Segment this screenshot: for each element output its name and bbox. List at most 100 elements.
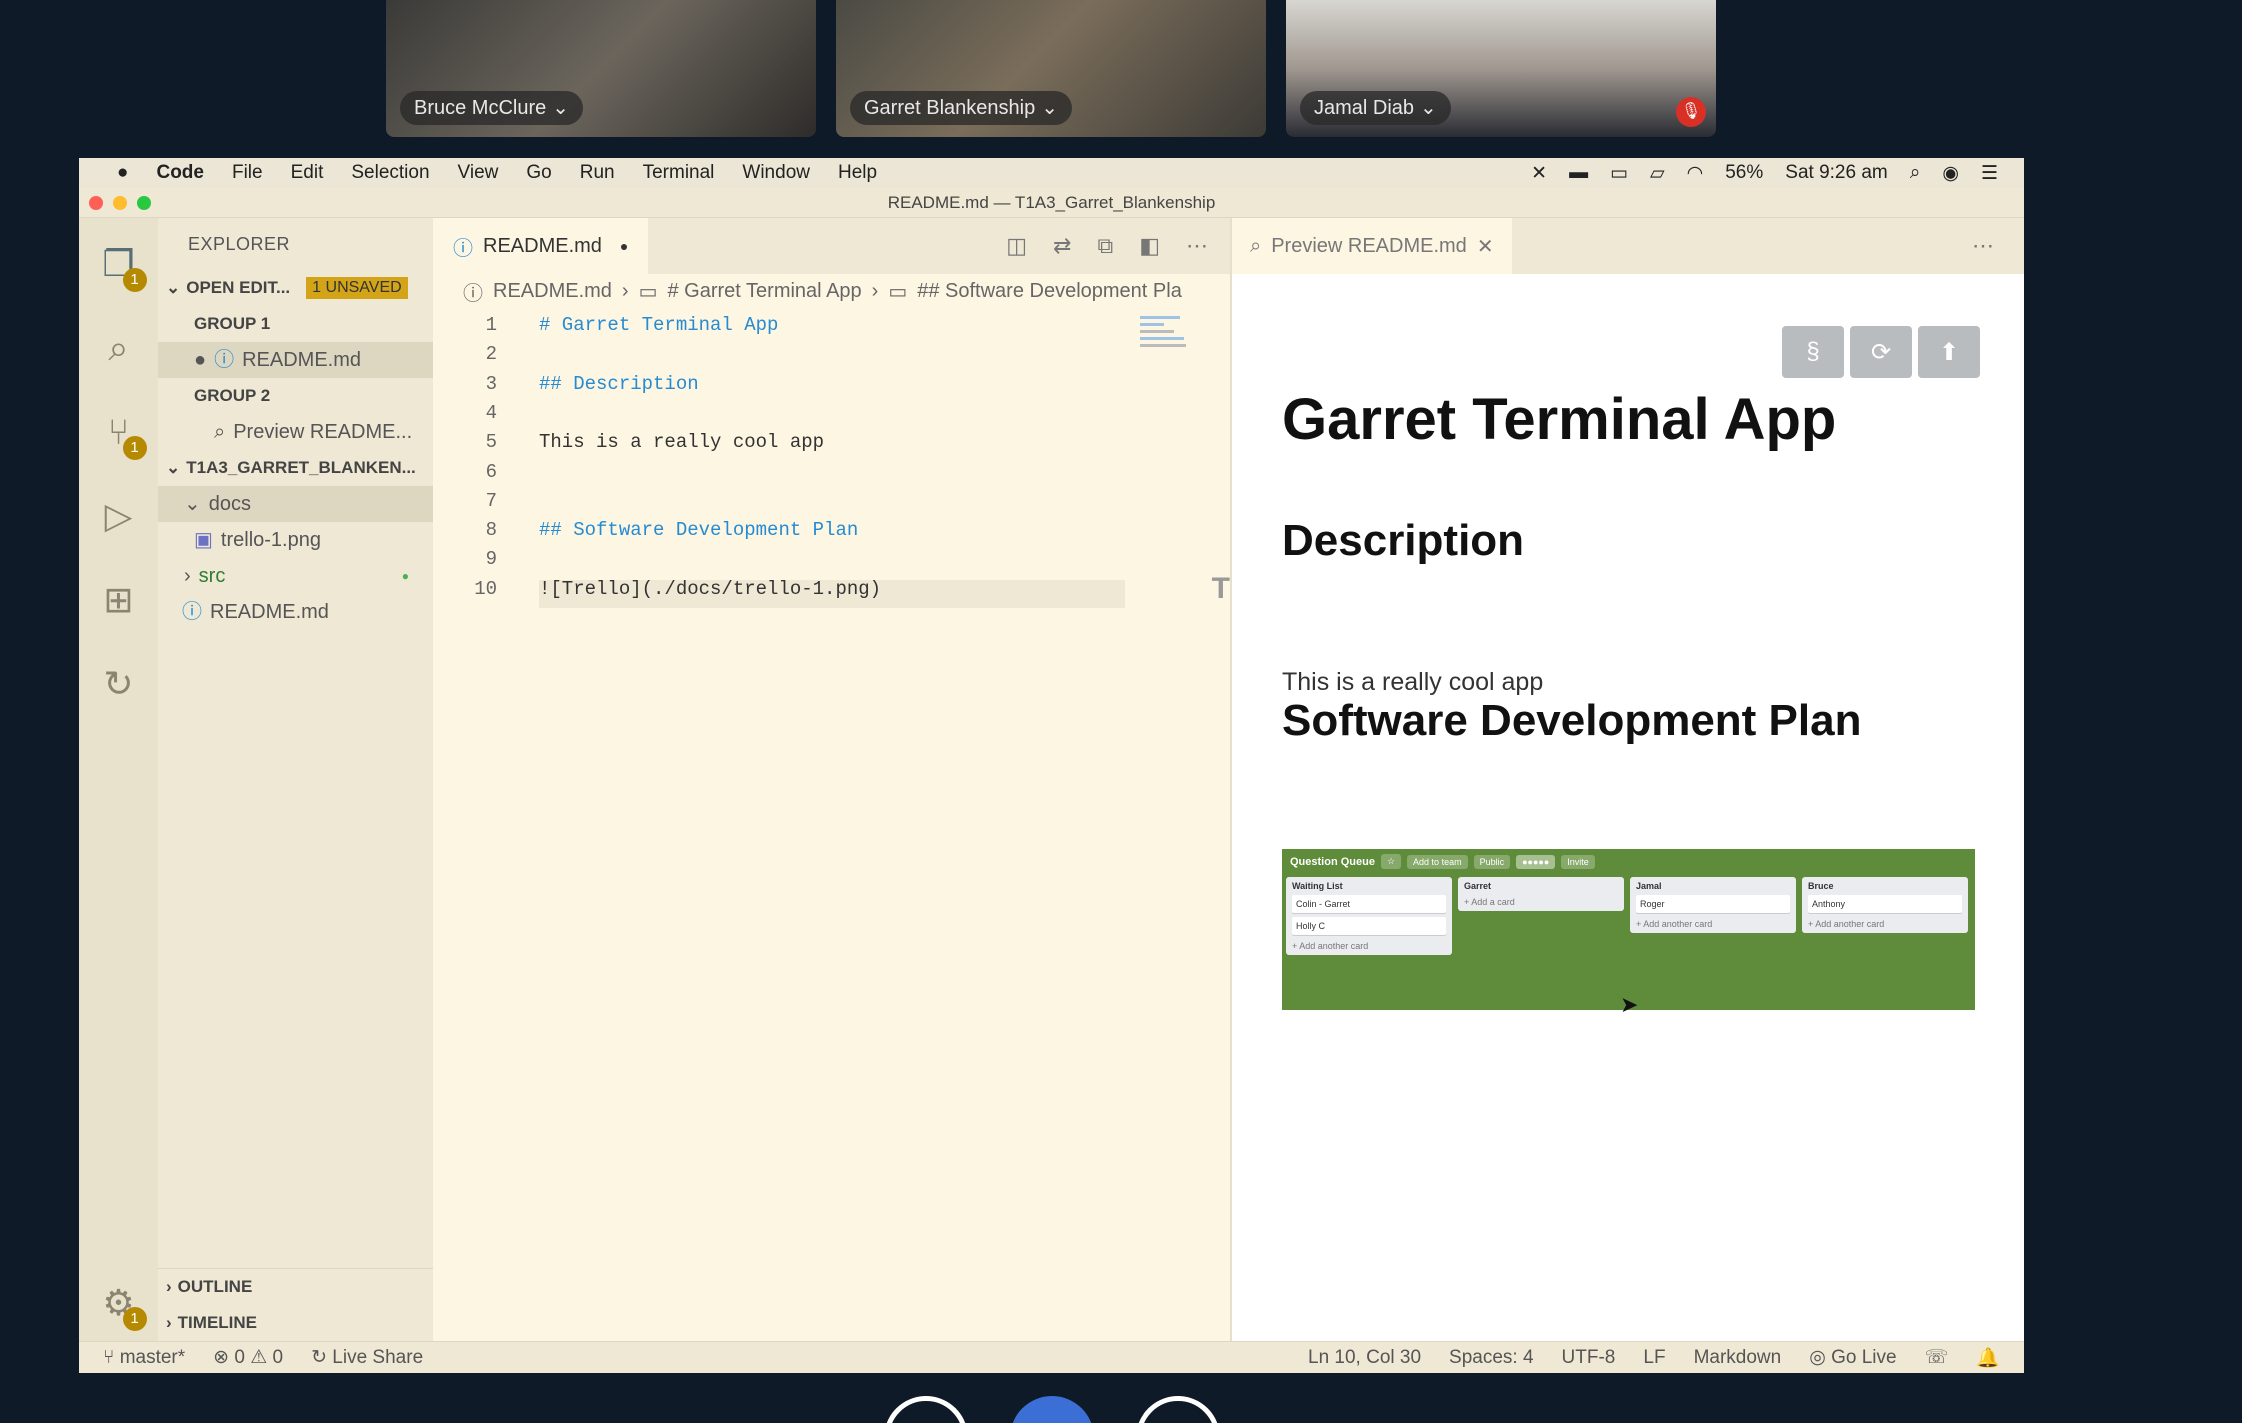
breadcrumb-item[interactable]: ## Software Development Pla [917,280,1182,303]
open-editor-readme[interactable]: ● ⓘ README.md [158,342,433,378]
preview-side-icon[interactable]: ⧉ [1097,233,1113,259]
menu-file[interactable]: File [218,162,277,184]
section-link-icon[interactable]: § [1782,326,1844,378]
trello-list-name: Garret [1464,881,1492,891]
open-editor-preview[interactable]: ⌕ Preview README... [158,414,433,450]
zoom-window-button[interactable] [137,196,151,210]
feedback-icon[interactable]: ☏ [1911,1346,1963,1369]
timeline-section[interactable]: › TIMELINE [158,1305,433,1341]
code-line[interactable]: This is a really cool app [539,431,824,453]
menu-edit[interactable]: Edit [277,162,338,184]
participant-name-label[interactable]: Bruce McClure ⌄ [400,91,584,125]
zoom-control-button[interactable] [1136,1396,1220,1423]
code-line[interactable]: ![Trello](./docs/trello-1.png) [539,578,881,600]
spotlight-search-icon[interactable]: ⌕ [1910,162,1921,184]
code-line[interactable]: ## Description [539,373,699,395]
compare-changes-icon[interactable]: ⇄ [1053,233,1071,259]
search-icon[interactable]: ⌕ [91,320,147,376]
group-1-label[interactable]: GROUP 1 [158,306,433,342]
menu-view[interactable]: View [444,162,513,184]
wifi-icon[interactable]: ◠ [1687,162,1704,185]
menu-app-name[interactable]: Code [142,162,218,184]
tab-label: README.md [483,234,602,257]
extensions-icon[interactable]: ⊞ [91,572,147,628]
file-readme[interactable]: ⓘ README.md [158,594,433,630]
outline-section[interactable]: › OUTLINE [158,1269,433,1305]
git-branch-status[interactable]: ⑂ master* [79,1347,199,1369]
tab-readme[interactable]: ⓘ README.md ● [433,218,649,274]
live-share-status[interactable]: ↻ Live Share [297,1346,437,1369]
encoding[interactable]: UTF-8 [1548,1347,1630,1369]
chevron-right-icon: › [166,1313,172,1332]
scroll-top-icon[interactable]: ⬆ [1918,326,1980,378]
participant-tile-1[interactable]: Bruce McClure ⌄ [386,0,816,137]
group-2-label[interactable]: GROUP 2 [158,378,433,414]
siri-icon[interactable]: ◉ [1942,162,1959,185]
breadcrumb-item[interactable]: # Garret Terminal App [667,280,861,303]
participant-name-label[interactable]: Garret Blankenship ⌄ [850,91,1072,125]
menu-selection[interactable]: Selection [337,162,443,184]
file-trello-png[interactable]: ▣ trello-1.png [158,522,433,558]
split-editor-icon[interactable]: ◧ [1139,233,1160,259]
project-folder-section[interactable]: ⌄ T1A3_GARRET_BLANKEN... [158,450,433,486]
tab-preview-readme[interactable]: ⌕ Preview README.md ✕ [1232,218,1512,274]
chevron-down-icon: ⌄ [166,458,181,477]
apple-icon[interactable]: ● [103,162,142,184]
minimap[interactable] [1140,314,1200,354]
unsaved-dot-icon[interactable]: ● [620,238,628,254]
airplay-icon[interactable]: ▱ [1650,162,1665,185]
menu-run[interactable]: Run [566,162,629,184]
open-preview-icon[interactable]: ◫ [1006,233,1027,259]
menubar-extra-icon[interactable]: ▭ [1610,162,1628,185]
explorer-icon[interactable]: ❐ 1 [91,236,147,292]
members-avatars: ●●●●● [1516,854,1556,869]
menu-window[interactable]: Window [728,162,824,184]
code-line[interactable]: # Garret Terminal App [539,314,778,336]
refresh-icon[interactable]: ⟳ [1850,326,1912,378]
clock[interactable]: Sat 9:26 am [1785,162,1887,184]
go-live-button[interactable]: ◎ Go Live [1795,1346,1910,1369]
notifications-bell-icon[interactable]: 🔔 [1962,1346,2024,1370]
participant-name-label[interactable]: Jamal Diab ⌄ [1300,91,1451,125]
line-number: 3 [485,372,497,395]
battery-percent[interactable]: 56% [1725,162,1763,184]
trello-list-name: Waiting List [1292,881,1343,891]
end-of-line[interactable]: LF [1629,1347,1679,1369]
more-actions-icon[interactable]: ⋯ [1972,218,2024,274]
open-editors-section[interactable]: ⌄ OPEN EDIT... 1 UNSAVED [158,270,433,306]
live-share-icon: ↻ [311,1347,333,1368]
indentation[interactable]: Spaces: 4 [1435,1347,1548,1369]
dirty-dot-icon[interactable]: ● [194,342,206,378]
code-line[interactable]: ## Software Development Plan [539,519,858,541]
tab-label: Preview README.md [1271,234,1467,257]
menu-terminal[interactable]: Terminal [629,162,729,184]
folder-docs[interactable]: ⌄ docs [158,486,433,522]
menu-go[interactable]: Go [512,162,565,184]
close-tab-icon[interactable]: ✕ [1477,234,1494,259]
settings-gear-icon[interactable]: ⚙ 1 [91,1275,147,1331]
menubar-extra-icon[interactable]: ▬ [1569,162,1588,184]
folder-src[interactable]: › src ● [158,558,433,594]
participant-tile-3[interactable]: Jamal Diab ⌄ 🎙 [1286,0,1716,137]
problems-status[interactable]: ⊗ 0 ⚠ 0 [199,1346,297,1369]
line-number: 5 [485,431,497,454]
participant-tile-2[interactable]: Garret Blankenship ⌄ [836,0,1266,137]
source-control-icon[interactable]: ⑂ 1 [91,404,147,460]
trello-card: Anthony [1808,895,1962,913]
close-window-button[interactable] [89,196,103,210]
live-share-icon[interactable]: ↻ [91,656,147,712]
zoom-control-button[interactable] [884,1396,968,1423]
minimize-window-button[interactable] [113,196,127,210]
run-debug-icon[interactable]: ▷ [91,488,147,544]
zoom-control-button[interactable] [1010,1396,1094,1423]
control-center-icon[interactable]: ☰ [1981,162,1998,185]
preview-paragraph: This is a really cool app [1282,668,1544,696]
menu-help[interactable]: Help [824,162,891,184]
breadcrumb-item[interactable]: README.md [493,280,612,303]
language-mode[interactable]: Markdown [1680,1347,1796,1369]
cursor-position[interactable]: Ln 10, Col 30 [1294,1347,1435,1369]
more-actions-icon[interactable]: ⋯ [1186,233,1208,259]
participant-name: Garret Blankenship [864,97,1036,119]
folder-label: src [198,565,226,587]
status-app-icon[interactable]: ✕ [1531,162,1547,185]
